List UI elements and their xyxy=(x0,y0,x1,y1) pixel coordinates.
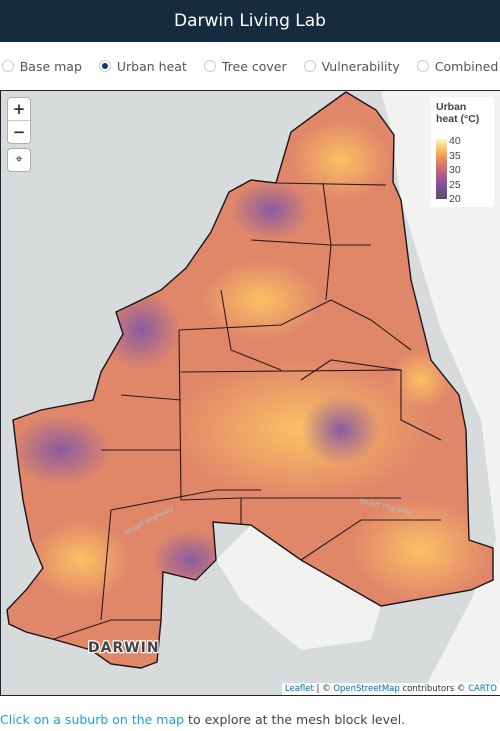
radio-vulnerability[interactable]: Vulnerability xyxy=(303,58,400,74)
legend-tick: 35 xyxy=(449,150,461,162)
legend-tick: 40 xyxy=(449,135,461,147)
leaflet-link[interactable]: Leaflet xyxy=(285,684,314,694)
zoom-out-button[interactable]: − xyxy=(8,121,30,143)
attribution-text: | © xyxy=(313,684,334,694)
crosshair-icon: ⌖ xyxy=(15,152,23,167)
map[interactable]: Stuart Highway Stuart Highway DARWIN + −… xyxy=(0,90,500,696)
radio-label: Urban heat xyxy=(116,58,187,74)
city-label: DARWIN xyxy=(88,640,160,656)
carto-link[interactable]: CARTO xyxy=(468,684,497,694)
map-canvas[interactable]: Stuart Highway Stuart Highway DARWIN xyxy=(1,91,500,695)
radio-label: Tree cover xyxy=(221,58,287,74)
radio-label: Base map xyxy=(19,58,82,74)
attribution-text: contributors © xyxy=(399,684,469,694)
radio-circle-selected[interactable] xyxy=(98,60,111,72)
zoom-control: + − xyxy=(8,98,30,143)
app-header: Darwin Living Lab xyxy=(0,0,500,42)
instructions-text: to explore at the mesh block level. xyxy=(184,712,406,727)
radio-label: Combined xyxy=(434,58,499,74)
radio-circle[interactable] xyxy=(416,60,429,72)
legend: Urban heat (°C) 40 35 30 25 20 xyxy=(431,97,494,207)
radio-circle[interactable] xyxy=(203,60,216,72)
layer-selector: Base map Urban heat Tree cover Vulnerabi… xyxy=(0,42,500,90)
suburb-link[interactable]: Click on a suburb on the map xyxy=(0,712,184,727)
radio-combined[interactable]: Combined xyxy=(416,58,499,74)
zoom-in-button[interactable]: + xyxy=(8,98,30,121)
radio-label: Vulnerability xyxy=(321,58,400,74)
osm-link[interactable]: OpenStreetMap xyxy=(333,684,399,694)
legend-title: Urban heat (°C) xyxy=(436,101,480,125)
radio-base-map[interactable]: Base map xyxy=(1,58,82,74)
legend-colorbar xyxy=(436,139,447,199)
radio-circle[interactable] xyxy=(1,60,14,72)
radio-circle[interactable] xyxy=(303,60,316,72)
app-title: Darwin Living Lab xyxy=(174,11,326,31)
attribution: Leaflet | © OpenStreetMap contributors ©… xyxy=(281,683,500,695)
radio-tree-cover[interactable]: Tree cover xyxy=(203,58,287,74)
legend-tick: 30 xyxy=(449,164,461,176)
radio-urban-heat[interactable]: Urban heat xyxy=(98,58,187,74)
legend-tick: 25 xyxy=(449,179,461,191)
legend-tick: 20 xyxy=(449,193,461,205)
instructions: Click on a suburb on the map to explore … xyxy=(0,712,405,727)
locate-button[interactable]: ⌖ xyxy=(8,149,30,171)
